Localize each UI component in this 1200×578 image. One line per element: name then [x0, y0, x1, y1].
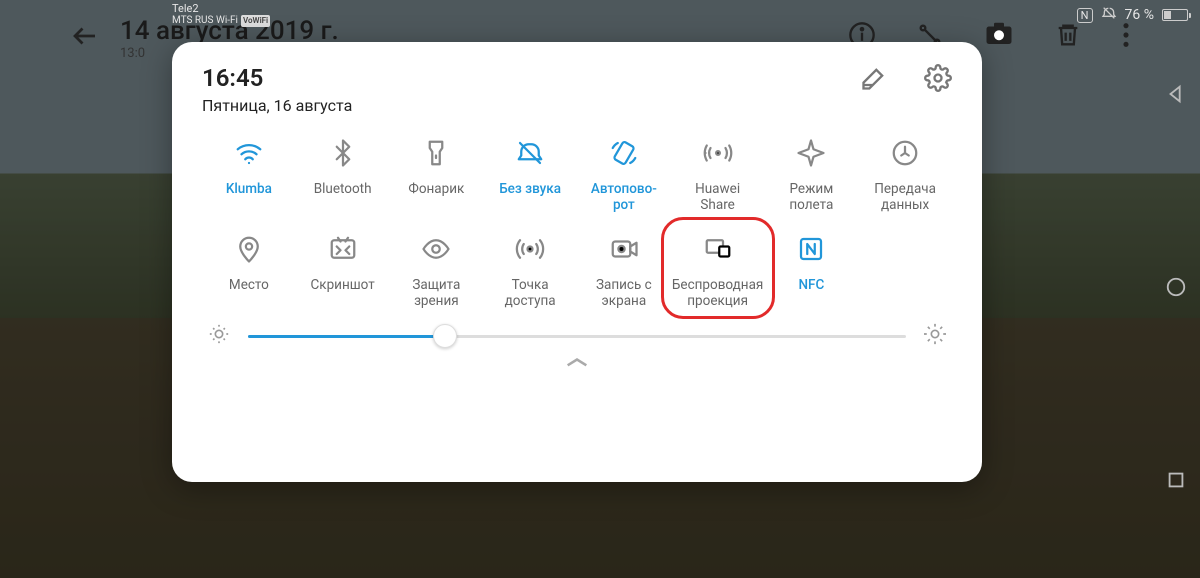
tile-label: Bluetooth — [314, 181, 372, 213]
location-icon — [231, 231, 267, 267]
brightness-low-icon — [208, 323, 230, 349]
tile-label: Передачаданных — [874, 181, 936, 213]
brightness-slider[interactable] — [248, 335, 906, 338]
nfc-status-icon: N — [1077, 8, 1093, 23]
tiles-grid: Klumba Bluetooth Фонарик Без звука Автопово-… — [202, 135, 952, 309]
edit-tiles-icon[interactable] — [860, 64, 888, 96]
mute-status-icon — [1101, 5, 1117, 25]
tile-flashlight[interactable]: Фонарик — [390, 135, 484, 213]
wirelessproj-icon — [700, 231, 736, 267]
huaweishare-icon — [700, 135, 736, 171]
tile-label: Запись сэкрана — [596, 277, 652, 309]
nav-home-icon[interactable] — [1165, 276, 1187, 302]
tile-label: Автопово-рот — [591, 181, 657, 213]
vowifi-badge: VoWiFi — [241, 15, 270, 27]
tile-nfc[interactable]: NFC — [765, 231, 859, 309]
mute-icon — [512, 135, 548, 171]
eyecomfort-icon — [418, 231, 454, 267]
panel-time: 16:45 — [202, 64, 352, 92]
tile-airplane[interactable]: Режимполета — [765, 135, 859, 213]
screenshot-icon — [325, 231, 361, 267]
brightness-thumb[interactable] — [433, 324, 457, 348]
tile-mute[interactable]: Без звука — [483, 135, 577, 213]
nfc-icon — [793, 231, 829, 267]
tile-data[interactable]: Передачаданных — [858, 135, 952, 213]
brightness-high-icon — [924, 323, 946, 349]
carrier-secondary: MTS RUS Wi-Fi — [172, 15, 238, 27]
quick-settings-panel: 16:45 Пятница, 16 августа Klumba Bluetoot… — [172, 42, 982, 482]
tile-label: Фонарик — [408, 181, 464, 213]
tile-eyecomfort[interactable]: Защитазрения — [390, 231, 484, 309]
tile-label: Без звука — [499, 181, 561, 213]
tile-label: Режимполета — [789, 181, 833, 213]
tile-label: NFC — [798, 277, 824, 309]
tile-label: Точкадоступа — [505, 277, 556, 309]
tile-screenshot[interactable]: Скриншот — [296, 231, 390, 309]
system-nav-bar — [1152, 0, 1200, 578]
tile-label: Беспроводнаяпроекция — [672, 277, 763, 309]
collapse-chevron-icon[interactable] — [202, 355, 952, 374]
carrier-primary: Tele2 — [172, 3, 270, 15]
nav-recent-icon[interactable] — [1165, 469, 1187, 495]
tile-label: Место — [229, 277, 269, 309]
battery-percent: 76 % — [1125, 7, 1154, 23]
brightness-slider-row — [202, 323, 952, 349]
autorotate-icon — [606, 135, 642, 171]
tile-bluetooth[interactable]: Bluetooth — [296, 135, 390, 213]
airplane-icon — [793, 135, 829, 171]
tile-wirelessproj[interactable]: Беспроводнаяпроекция — [671, 231, 765, 309]
bluetooth-icon — [325, 135, 361, 171]
tile-label: Скриншот — [311, 277, 375, 309]
tile-label: Klumba — [226, 181, 272, 213]
nav-back-icon[interactable] — [1165, 83, 1187, 109]
statusbar: Tele2 MTS RUS Wi-Fi VoWiFi N 76 % — [0, 0, 1200, 30]
tile-wifi[interactable]: Klumba — [202, 135, 296, 213]
screenrec-icon — [606, 231, 642, 267]
tile-label: Защитазрения — [412, 277, 460, 309]
tile-location[interactable]: Место — [202, 231, 296, 309]
wifi-icon — [231, 135, 267, 171]
tile-autorotate[interactable]: Автопово-рот — [577, 135, 671, 213]
panel-date: Пятница, 16 августа — [202, 96, 352, 115]
tile-hotspot[interactable]: Точкадоступа — [483, 231, 577, 309]
tile-screenrec[interactable]: Запись сэкрана — [577, 231, 671, 309]
tile-label: HuaweiShare — [695, 181, 740, 213]
tile-huaweishare[interactable]: HuaweiShare — [671, 135, 765, 213]
hotspot-icon — [512, 231, 548, 267]
settings-icon[interactable] — [924, 64, 952, 96]
flashlight-icon — [418, 135, 454, 171]
data-icon — [887, 135, 923, 171]
